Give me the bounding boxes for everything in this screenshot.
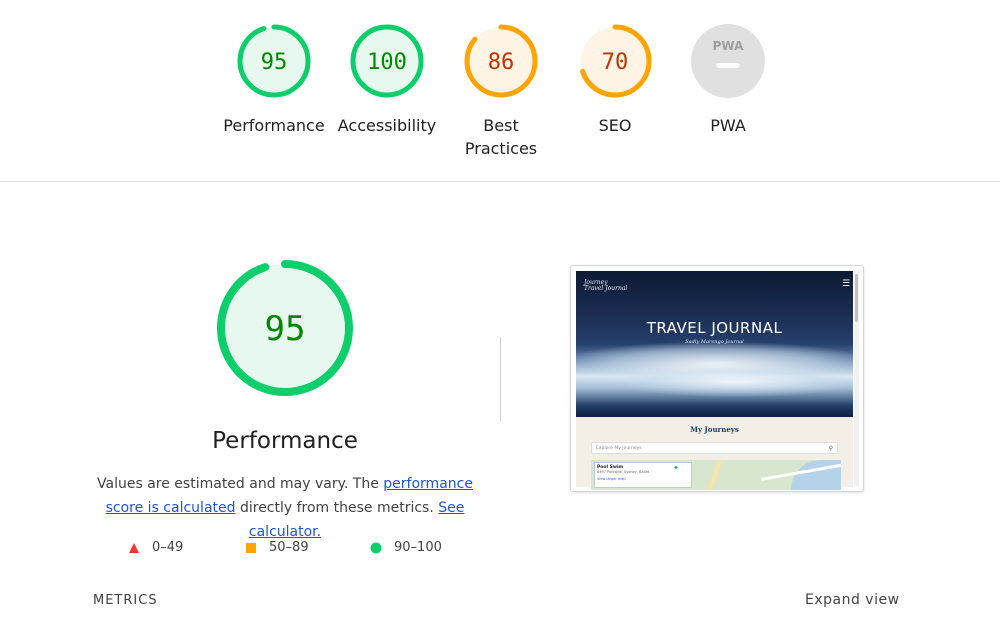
legend-fail: 0–49 (128, 540, 183, 555)
map-pin-icon: ✦ (673, 464, 679, 472)
hamburger-menu-icon: ☰ (842, 279, 851, 289)
legend-label: 0–49 (152, 540, 184, 555)
screenshot-hero: Journey Travel Journal ☰ TRAVEL JOURNAL … (576, 271, 853, 417)
gauge-label: PWA (710, 116, 746, 135)
desc-text-2: directly from these metrics. (235, 500, 439, 516)
section-title: My Journeys (690, 425, 739, 434)
screenshot-search-input: Explore My Journeys ⚲ (591, 442, 838, 454)
site-title: TRAVEL JOURNAL (646, 319, 783, 337)
gauge-score: 86 (488, 50, 515, 75)
gauge-ring: 86 (464, 24, 538, 98)
performance-title: Performance (212, 428, 358, 454)
gauge-accessibility[interactable]: 100 Accessibility (322, 0, 452, 137)
screenshot-scrollbar-thumb (855, 274, 858, 322)
legend-average: 50–89 (245, 540, 309, 555)
expand-view-toggle[interactable]: Expand view (805, 592, 900, 608)
gauge-label: Best Practices (464, 116, 538, 158)
orange-square-icon (246, 542, 256, 553)
map-info-card: Pool Swim 8497 Parkside, Sydney, Ballet … (594, 462, 692, 488)
screenshot-body: My Journeys Explore My Journeys ⚲ Pool S… (576, 417, 853, 490)
search-icon: ⚲ (828, 445, 833, 452)
gauge-ring: 100 (350, 24, 424, 98)
gauge-ring: 70 (578, 24, 652, 98)
metrics-heading: METRICS (93, 593, 158, 608)
gauge-label: Accessibility (337, 116, 437, 135)
site-subtitle: Sadly Marengo Journal (685, 339, 744, 345)
legend-label: 50–89 (269, 540, 309, 555)
desc-text-1: Values are estimated and may vary. The (97, 476, 384, 492)
performance-gauge: 95 (217, 260, 353, 396)
screenshot-map: Pool Swim 8497 Parkside, Sydney, Ballet … (591, 460, 841, 490)
category-gauges-row: 95 Performance 100 Accessibility 86 Best… (0, 0, 1000, 182)
pwa-badge-text: PWA (713, 39, 744, 53)
score-legend: 0–49 50–89 90–100 (0, 540, 1000, 562)
final-screenshot[interactable]: Journey Travel Journal ☰ TRAVEL JOURNAL … (570, 265, 864, 492)
performance-score: 95 (265, 309, 306, 349)
green-circle-icon (370, 542, 382, 553)
gauge-score: 100 (367, 50, 407, 75)
gauge-seo[interactable]: 70 SEO (550, 0, 680, 137)
gauge-score: 95 (261, 50, 288, 75)
legend-pass: 90–100 (370, 540, 442, 555)
site-logo: Journey Travel Journal (584, 279, 628, 292)
pwa-badge-icon: PWA (691, 24, 765, 98)
divider (500, 337, 501, 421)
gauge-pwa[interactable]: PWA PWA (663, 0, 793, 137)
gauge-ring: 95 (237, 24, 311, 98)
gauge-best-practices[interactable]: 86 Best Practices (436, 0, 566, 160)
gauge-label: Performance (223, 116, 325, 135)
performance-description: Values are estimated and may vary. The p… (80, 472, 490, 544)
legend-label: 90–100 (394, 540, 442, 555)
red-triangle-icon (129, 542, 139, 553)
gauge-performance[interactable]: 95 Performance (209, 0, 339, 137)
gauge-label: SEO (598, 116, 632, 135)
gauge-score: 70 (602, 50, 629, 75)
